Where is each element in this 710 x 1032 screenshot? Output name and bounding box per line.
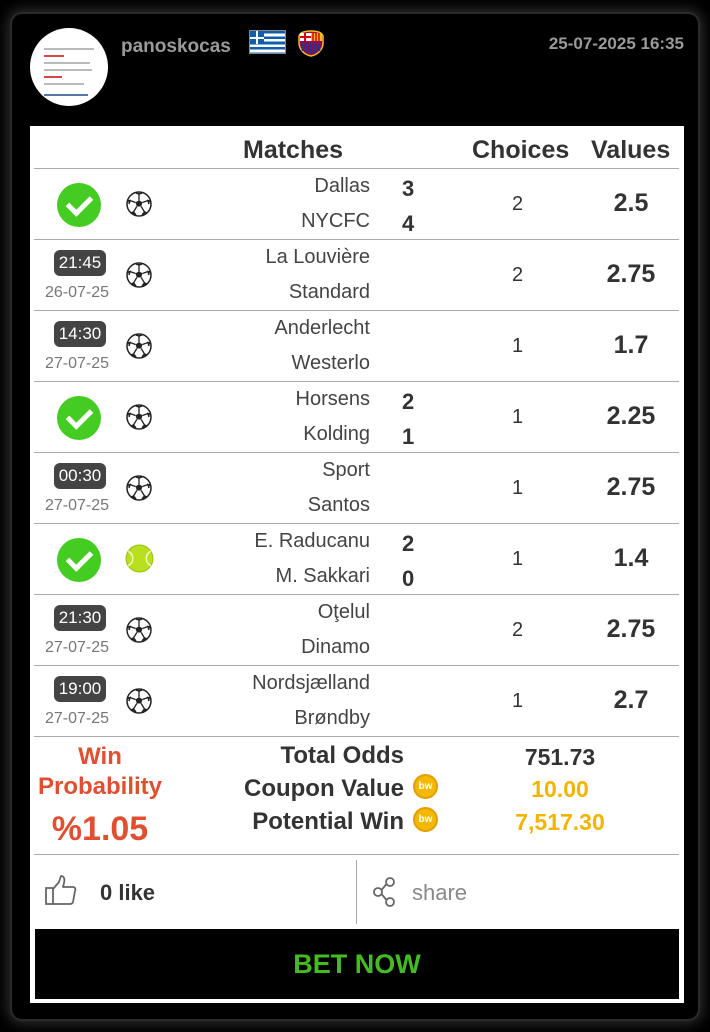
header-choices: Choices <box>472 136 570 164</box>
divider <box>34 854 679 855</box>
bet-now-button[interactable]: BET NOW <box>35 929 679 999</box>
home-score: 2 <box>402 531 415 556</box>
header-values: Values <box>591 136 671 164</box>
coin-icon: bw <box>413 807 438 832</box>
away-team: Dinamo <box>301 636 370 658</box>
win-probability-value: %1.05 <box>51 810 149 848</box>
away-team: Santos <box>307 494 370 516</box>
home-score: 3 <box>402 176 415 201</box>
match-row[interactable]: 21:45 26-07-25 La Louvière Standard 2 2.7… <box>30 240 684 311</box>
odds-value: 2.7 <box>613 686 649 714</box>
thumbs-up-icon[interactable] <box>44 874 78 906</box>
match-date: 26-07-25 <box>45 284 110 301</box>
coupon-value: 10.00 <box>531 776 589 802</box>
match-time-badge: 00:30 <box>54 463 106 489</box>
coupon-card: Matches Choices Values Dallas NYCFC 3 4 … <box>30 126 684 1003</box>
coupon-value-label: Coupon Value <box>243 775 404 802</box>
check-icon <box>57 538 101 582</box>
away-score: 1 <box>402 424 415 449</box>
table-header: Matches Choices Values <box>30 126 684 169</box>
coin-icon: bw <box>413 774 438 799</box>
username[interactable]: panoskocas <box>121 36 231 58</box>
home-team: Sport <box>322 459 370 481</box>
share-icon[interactable] <box>372 876 398 908</box>
choice-value: 2 <box>512 264 524 286</box>
home-team: Oţelul <box>317 601 370 623</box>
match-row[interactable]: 14:30 27-07-25 Anderlecht Westerlo 1 1.7 <box>30 311 684 382</box>
away-team: Standard <box>288 281 370 303</box>
total-odds-value: 751.73 <box>524 744 596 770</box>
odds-value: 2.25 <box>606 402 656 430</box>
match-time-badge: 14:30 <box>54 321 106 347</box>
match-row[interactable]: Horsens Kolding 2 1 1 2.25 <box>30 382 684 453</box>
match-time-badge: 21:45 <box>54 250 106 276</box>
tennis-ball-icon <box>125 544 154 573</box>
football-icon <box>126 404 152 430</box>
match-date: 27-07-25 <box>45 355 110 372</box>
total-odds-label: Total Odds <box>280 742 404 769</box>
choice-value: 1 <box>512 335 524 357</box>
home-team: Nordsjælland <box>252 672 370 694</box>
potential-win-label: Potential Win <box>252 808 404 835</box>
match-date: 27-07-25 <box>45 639 110 656</box>
match-row[interactable]: Dallas NYCFC 3 4 2 2.5 <box>30 169 684 240</box>
choice-value: 1 <box>512 690 524 712</box>
match-date: 27-07-25 <box>45 710 110 727</box>
odds-value: 2.75 <box>606 615 656 643</box>
win-probability-label: Win Probability <box>37 743 163 800</box>
choice-value: 2 <box>512 193 524 215</box>
greece-flag-icon <box>249 30 286 54</box>
football-icon <box>126 688 152 714</box>
choice-value: 2 <box>512 619 524 641</box>
football-icon <box>126 191 152 217</box>
home-team: Horsens <box>295 388 370 410</box>
potential-win-value: 7,517.30 <box>515 809 605 835</box>
match-time-badge: 19:00 <box>54 676 106 702</box>
away-score: 4 <box>402 211 415 236</box>
football-icon <box>126 262 152 288</box>
check-icon <box>57 396 101 440</box>
match-time-badge: 21:30 <box>54 605 106 631</box>
home-team: Dallas <box>314 175 370 197</box>
user-avatar[interactable] <box>30 28 108 106</box>
divider <box>356 860 357 924</box>
home-team: La Louvière <box>265 246 370 268</box>
header-matches: Matches <box>243 136 344 164</box>
match-row[interactable]: E. Raducanu M. Sakkari 2 0 1 1.4 <box>30 524 684 595</box>
like-button[interactable]: 0 like <box>100 880 155 906</box>
home-score: 2 <box>402 389 415 414</box>
odds-value: 2.75 <box>606 260 656 288</box>
odds-value: 2.75 <box>606 473 656 501</box>
coupon-datetime: 25-07-2025 16:35 <box>548 34 684 53</box>
odds-value: 1.4 <box>613 544 649 572</box>
away-team: Brøndby <box>294 707 370 729</box>
football-icon <box>126 475 152 501</box>
football-icon <box>126 617 152 643</box>
away-team: NYCFC <box>301 210 370 232</box>
odds-value: 2.5 <box>613 189 649 217</box>
away-score: 0 <box>402 566 415 591</box>
choice-value: 1 <box>512 406 524 428</box>
odds-value: 1.7 <box>613 331 649 359</box>
away-team: Kolding <box>303 423 370 445</box>
match-date: 27-07-25 <box>45 497 110 514</box>
match-row[interactable]: 21:30 27-07-25 Oţelul Dinamo 2 2.75 <box>30 595 684 666</box>
home-team: E. Raducanu <box>254 530 370 552</box>
choice-value: 1 <box>512 548 524 570</box>
match-row[interactable]: 19:00 27-07-25 Nordsjælland Brøndby 1 2.7 <box>30 666 684 737</box>
football-icon <box>126 333 152 359</box>
away-team: M. Sakkari <box>275 565 370 587</box>
share-button[interactable]: share <box>412 880 467 906</box>
check-icon <box>57 183 101 227</box>
divider <box>34 736 679 737</box>
choice-value: 1 <box>512 477 524 499</box>
away-team: Westerlo <box>291 352 370 374</box>
match-row[interactable]: 00:30 27-07-25 Sport Santos 1 2.75 <box>30 453 684 524</box>
club-crest-icon <box>298 30 324 57</box>
home-team: Anderlecht <box>274 317 370 339</box>
